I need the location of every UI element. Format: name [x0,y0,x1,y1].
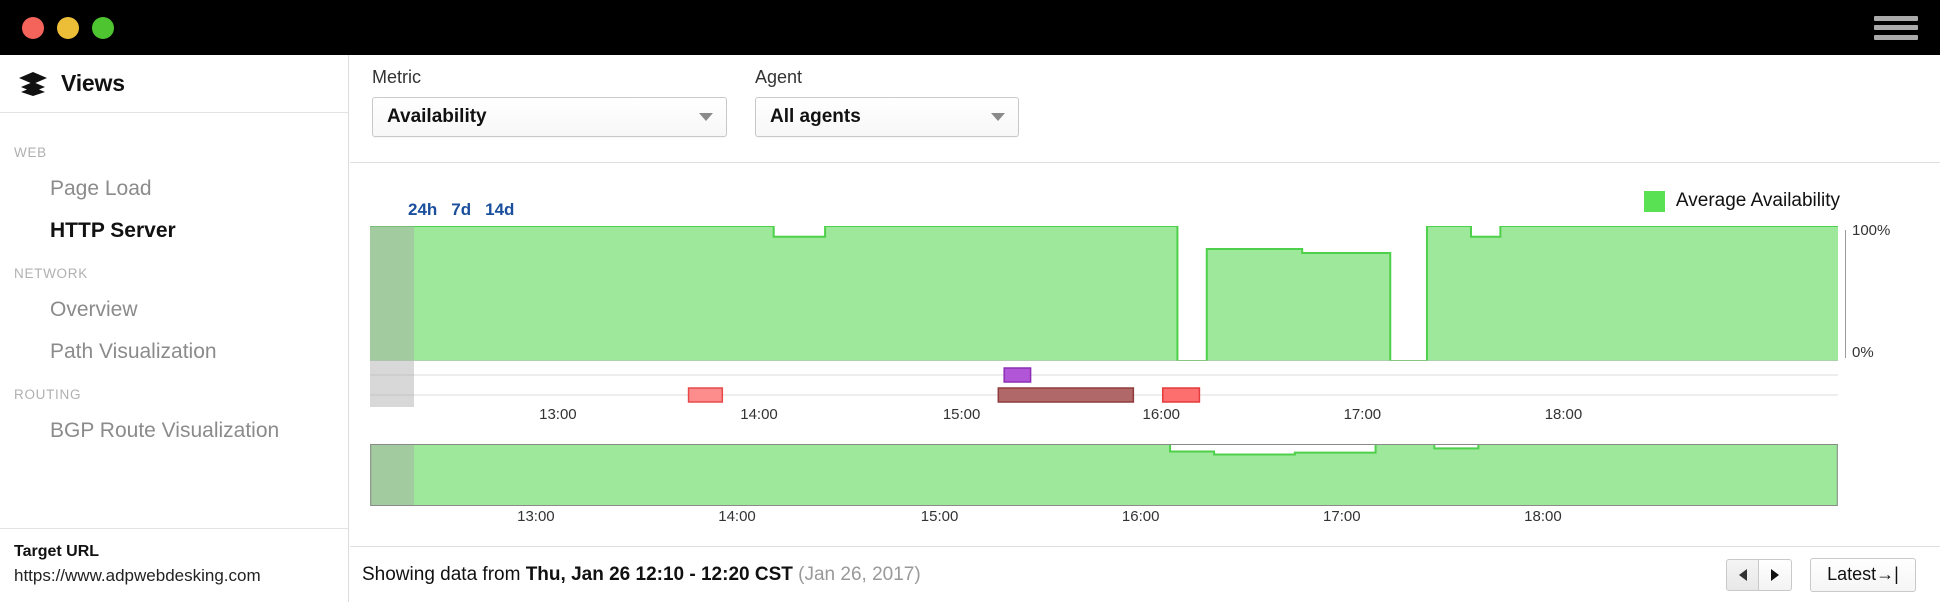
app-window: Views WEB Page Load HTTP Server NETWORK … [0,0,1940,602]
time-range-buttons: 24h 7d 14d [408,200,514,220]
x-tick-main-1800: 18:00 [1544,406,1583,423]
range-button-24h[interactable]: 24h [408,200,437,220]
sidebar-nav: WEB Page Load HTTP Server NETWORK Overvi… [0,113,348,452]
y-axis-label-min: 0% [1852,344,1874,361]
chevron-left-icon [1738,568,1747,581]
sidebar-item-overview[interactable]: Overview [0,289,348,331]
x-tick-overview-1800: 18:00 [1524,508,1562,525]
overview-chart[interactable] [370,444,1838,506]
page-title: Views [61,70,125,96]
event-timeline-svg [370,361,1838,407]
x-tick-main-1600: 16:00 [1142,406,1181,423]
agent-filter: Agent All agents [755,67,1019,137]
close-window-button[interactable] [22,16,44,39]
event-timeline[interactable] [370,361,1838,407]
chevron-down-icon [991,113,1005,121]
agent-select-value: All agents [770,106,861,127]
nav-group-label-web: WEB [14,145,47,160]
metric-select[interactable]: Availability [372,97,727,137]
sidebar: Views WEB Page Load HTTP Server NETWORK … [0,55,349,602]
metric-label: Metric [372,67,421,87]
sidebar-header: Views [0,55,348,113]
chart-area: 24h 7d 14d Average Availability 100% 0% … [350,163,1940,546]
x-tick-main-1400: 14:00 [740,406,778,423]
sidebar-item-path-visualization[interactable]: Path Visualization [0,331,348,373]
hamburger-menu-icon[interactable] [1874,13,1918,43]
main-panel: Metric Availability Agent All agents 24h… [350,55,1940,602]
y-axis-line [1845,230,1846,358]
showing-prefix: Showing data from [362,563,526,585]
y-axis: 100% 0% [1845,222,1935,361]
showing-range: Thu, Jan 26 12:10 - 12:20 CST [525,563,793,585]
filters-toolbar: Metric Availability Agent All agents [350,55,1940,163]
agent-label: Agent [755,67,803,87]
chart-footer: Showing data from Thu, Jan 26 12:10 - 12… [350,546,1940,602]
zoom-window-button[interactable] [92,16,114,39]
sidebar-item-page-load[interactable]: Page Load [0,168,348,210]
chart-legend: Average Availability [1643,190,1840,212]
x-tick-main-1700: 17:00 [1343,406,1382,423]
availability-chart[interactable] [370,226,1838,361]
metric-select-value: Availability [387,106,487,127]
previous-period-button[interactable] [1726,558,1759,591]
x-tick-overview-1300: 13:00 [517,508,555,525]
target-url-label: Target URL [14,543,100,560]
legend-label-average-availability: Average Availability [1675,190,1840,211]
window-traffic-lights [22,16,114,39]
x-tick-main-1300: 13:00 [539,406,577,423]
minimize-window-button[interactable] [57,16,79,39]
availability-chart-svg [370,226,1838,361]
showing-data-text: Showing data from Thu, Jan 26 12:10 - 12… [362,564,921,586]
overview-chart-svg [370,444,1838,506]
chevron-down-icon [699,113,713,121]
x-tick-overview-1400: 14:00 [718,508,756,525]
range-button-14d[interactable]: 14d [485,200,514,220]
y-axis-label-max: 100% [1852,222,1891,239]
x-tick-overview-1500: 15:00 [920,508,959,525]
metric-filter: Metric Availability [372,67,727,137]
next-period-button[interactable] [1759,558,1792,591]
nav-group-label-network: NETWORK [14,266,88,281]
x-tick-overview-1600: 16:00 [1121,508,1160,525]
sidebar-item-bgp-route-visualization[interactable]: BGP Route Visualization [0,410,348,452]
x-tick-main-1500: 15:00 [942,406,981,423]
nav-group-label-routing: ROUTING [14,387,82,402]
x-axis-overview: 13:00 14:00 15:00 16:00 17:00 18:00 [370,508,1838,534]
x-axis-main: 13:00 14:00 15:00 16:00 17:00 18:00 [370,406,1838,432]
legend-swatch-average-availability [1643,190,1665,212]
footer-controls: Latest→| [1726,557,1916,592]
chevron-right-icon [1771,568,1779,581]
sidebar-item-http-server[interactable]: HTTP Server [0,210,348,252]
range-button-7d[interactable]: 7d [451,200,471,220]
target-url-value: https://www.adpwebdesking.com [14,566,261,585]
latest-button[interactable]: Latest→| [1810,557,1916,592]
x-tick-overview-1700: 17:00 [1323,508,1361,525]
layers-icon [19,71,47,96]
pager [1726,558,1792,591]
agent-select[interactable]: All agents [755,97,1019,137]
target-url-panel: Target URL https://www.adpwebdesking.com [0,528,348,602]
title-bar [0,0,1940,55]
showing-suffix: (Jan 26, 2017) [792,563,921,585]
